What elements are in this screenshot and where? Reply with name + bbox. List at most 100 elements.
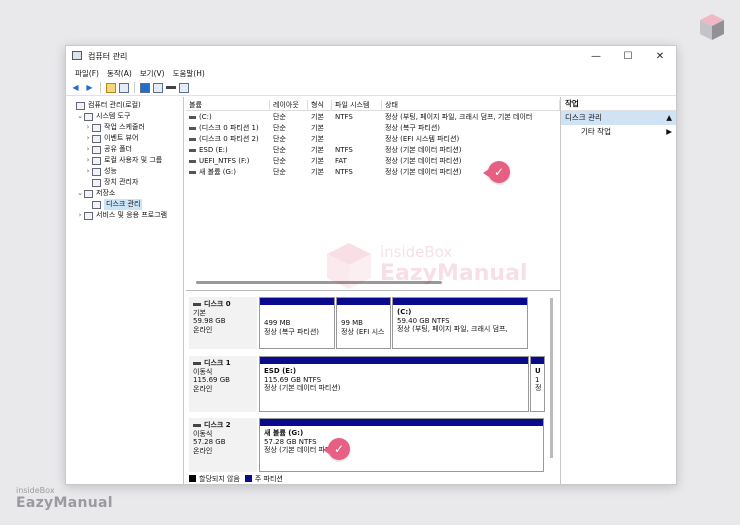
tree-node-icon — [92, 178, 101, 187]
computer-management-window: 컴퓨터 관리 — ☐ ✕ 파일(F) 동작(A) 보기(V) 도움말(H) ◀ … — [65, 45, 677, 485]
tree-item[interactable]: › 이벤트 뷰어 — [66, 133, 183, 144]
tree-expander-icon[interactable]: › — [76, 210, 84, 221]
actions-group-label: 디스크 관리 — [565, 113, 602, 122]
volume-name: UEFI_NTFS (F:) — [199, 157, 250, 165]
tree-expander-icon[interactable]: › — [84, 133, 92, 144]
partition[interactable]: U1정 — [530, 356, 545, 412]
disk-icon — [193, 302, 201, 306]
tree-item-label: 이벤트 뷰어 — [104, 134, 139, 142]
partition[interactable]: 새 볼륨 (G:) 57.28 GB NTFS 정상 (기본 데이터 파티션) — [259, 418, 544, 472]
disk-action-icon[interactable] — [166, 85, 176, 90]
tree-item[interactable]: ⌄ 시스템 도구 — [66, 111, 183, 122]
help-icon[interactable] — [140, 82, 150, 93]
tree-item[interactable]: ⌄ 저장소 — [66, 188, 183, 199]
partition[interactable]: 499 MB 정상 (복구 파티션) — [259, 297, 335, 349]
table-cell: 기본 — [311, 168, 324, 176]
partition-status: 정상 (복구 파티션) — [264, 327, 319, 336]
partition-name: U — [535, 367, 541, 375]
disk-info[interactable]: 디스크 1 이동식 115.69 GB 온라인 — [189, 356, 257, 412]
partition-status: 정상 (EFI 시스 — [341, 327, 385, 336]
disk-info[interactable]: 디스크 2 이동식 57.28 GB 온라인 — [189, 418, 257, 472]
partition[interactable]: 99 MB 정상 (EFI 시스 — [336, 297, 391, 349]
tree-item-label: 공유 폴더 — [104, 145, 132, 153]
tree-node-icon — [84, 211, 93, 220]
volume-cell: UEFI_NTFS (F:) — [186, 156, 270, 167]
brand-line-1: insideBox — [16, 486, 55, 495]
actions-header: 작업 — [561, 97, 676, 111]
partition-text: ESD (E:) 115.69 GB NTFS 정상 (기본 데이터 파티션) — [260, 364, 528, 393]
menu-view[interactable]: 보기(V) — [136, 66, 169, 80]
console-tree-icon[interactable] — [119, 82, 129, 93]
actions-more[interactable]: 기타 작업 ▶ — [561, 125, 676, 138]
tree-expander-icon[interactable]: › — [84, 155, 92, 166]
tree-item[interactable]: › 공유 폴더 — [66, 144, 183, 155]
table-row[interactable]: (C:) 단순 기본 NTFS 정상 (부팅, 페이지 파일, 크래시 덤프, 기본 데… — [186, 112, 560, 123]
tree-expander-icon[interactable]: ⌄ — [76, 188, 84, 199]
disk-status: 온라인 — [193, 325, 213, 334]
properties-icon[interactable] — [153, 82, 163, 93]
back-arrow-icon[interactable]: ◀ — [70, 82, 81, 93]
partition-bar — [260, 298, 334, 305]
title-bar: 컴퓨터 관리 — ☐ ✕ — [66, 46, 676, 66]
disk-kind: 기본 — [193, 308, 206, 317]
cube-logo-icon — [700, 14, 724, 40]
volume-name: 새 볼륨 (G:) — [199, 168, 237, 176]
column-type[interactable]: 형식 — [308, 100, 332, 110]
table-cell — [332, 134, 382, 145]
minimize-icon[interactable]: — — [580, 46, 612, 66]
disk-status: 온라인 — [193, 446, 213, 455]
volume-name: (디스크 0 파티션 1) — [199, 124, 259, 132]
maximize-icon[interactable]: ☐ — [612, 46, 644, 66]
column-layout[interactable]: 레이아웃 — [270, 100, 308, 110]
legend: 할당되지 않음 주 파티션 — [189, 473, 283, 484]
partition-size: 1 — [535, 375, 540, 384]
table-row[interactable]: (디스크 0 파티션 2) 단순 기본 정상 (EFI 시스템 파티션) — [186, 134, 560, 145]
forward-arrow-icon[interactable]: ▶ — [84, 82, 95, 93]
column-status[interactable]: 상태 — [382, 100, 560, 110]
tree-expander-icon[interactable]: ⌄ — [76, 111, 84, 122]
volume-name: ESD (E:) — [199, 146, 228, 154]
partition-name: ESD (E:) — [264, 367, 297, 375]
tree-item[interactable]: › 성능 — [66, 166, 183, 177]
menu-file[interactable]: 파일(F) — [71, 66, 103, 80]
horizontal-scrollbar[interactable] — [196, 281, 442, 284]
partition-size: 59.40 GB NTFS — [397, 316, 450, 325]
tree-item[interactable]: › 작업 스케줄러 — [66, 122, 183, 133]
disk-name: 디스크 0 — [193, 300, 253, 309]
table-cell: 정상 (부팅, 페이지 파일, 크래시 덤프, 기본 데이터 — [385, 113, 533, 121]
vertical-scrollbar[interactable] — [550, 298, 553, 458]
collapse-up-icon[interactable]: ▲ — [666, 111, 672, 125]
menu-help[interactable]: 도움말(H) — [169, 66, 209, 80]
table-row[interactable]: (디스크 0 파티션 1) 단순 기본 정상 (복구 파티션) — [186, 123, 560, 134]
column-volume[interactable]: 볼륨 — [186, 100, 270, 110]
partition[interactable]: (C:) 59.40 GB NTFS 정상 (부팅, 페이지 파일, 크래시 덤프, — [392, 297, 528, 349]
legend-primary-label: 주 파티션 — [254, 474, 283, 483]
disk-size: 57.28 GB — [193, 438, 226, 446]
table-row[interactable]: ESD (E:) 단순 기본 NTFS 정상 (기본 데이터 파티션) — [186, 145, 560, 156]
tree-item[interactable]: 디스크 관리 — [66, 199, 183, 210]
table-cell: 정상 (복구 파티션) — [385, 124, 440, 132]
table-cell: 기본 — [311, 157, 324, 165]
tree-expander-icon[interactable]: › — [84, 166, 92, 177]
tree-expander-icon[interactable]: › — [84, 144, 92, 155]
disk-icon — [193, 423, 201, 427]
tree-node-icon — [92, 156, 101, 165]
tree-expander-icon[interactable]: › — [84, 122, 92, 133]
disk-info[interactable]: 디스크 0 기본 59.98 GB 온라인 — [189, 297, 257, 349]
table-cell: 기본 — [311, 135, 324, 143]
tree-item[interactable]: › 서비스 및 응용 프로그램 — [66, 210, 183, 221]
volume-cell: ESD (E:) — [186, 145, 270, 156]
menu-action[interactable]: 동작(A) — [103, 66, 136, 80]
disk-row: 디스크 0 기본 59.98 GB 온라인 499 MB 정상 (복구 파티션) 99 MB… — [189, 297, 545, 349]
folder-icon[interactable] — [106, 82, 116, 93]
table-cell: 단순 — [273, 168, 286, 176]
tree-item[interactable]: 컴퓨터 관리(로컬) — [66, 100, 183, 111]
column-filesystem[interactable]: 파일 시스템 — [332, 100, 382, 110]
close-icon[interactable]: ✕ — [644, 46, 676, 66]
tree-item[interactable]: 장치 관리자 — [66, 177, 183, 188]
actions-group-disk-management[interactable]: 디스크 관리 ▲ — [561, 111, 676, 125]
table-cell: 단순 — [273, 135, 286, 143]
view-icon[interactable] — [179, 82, 189, 93]
partition[interactable]: ESD (E:) 115.69 GB NTFS 정상 (기본 데이터 파티션) — [259, 356, 529, 412]
tree-item[interactable]: › 로컬 사용자 및 그룹 — [66, 155, 183, 166]
